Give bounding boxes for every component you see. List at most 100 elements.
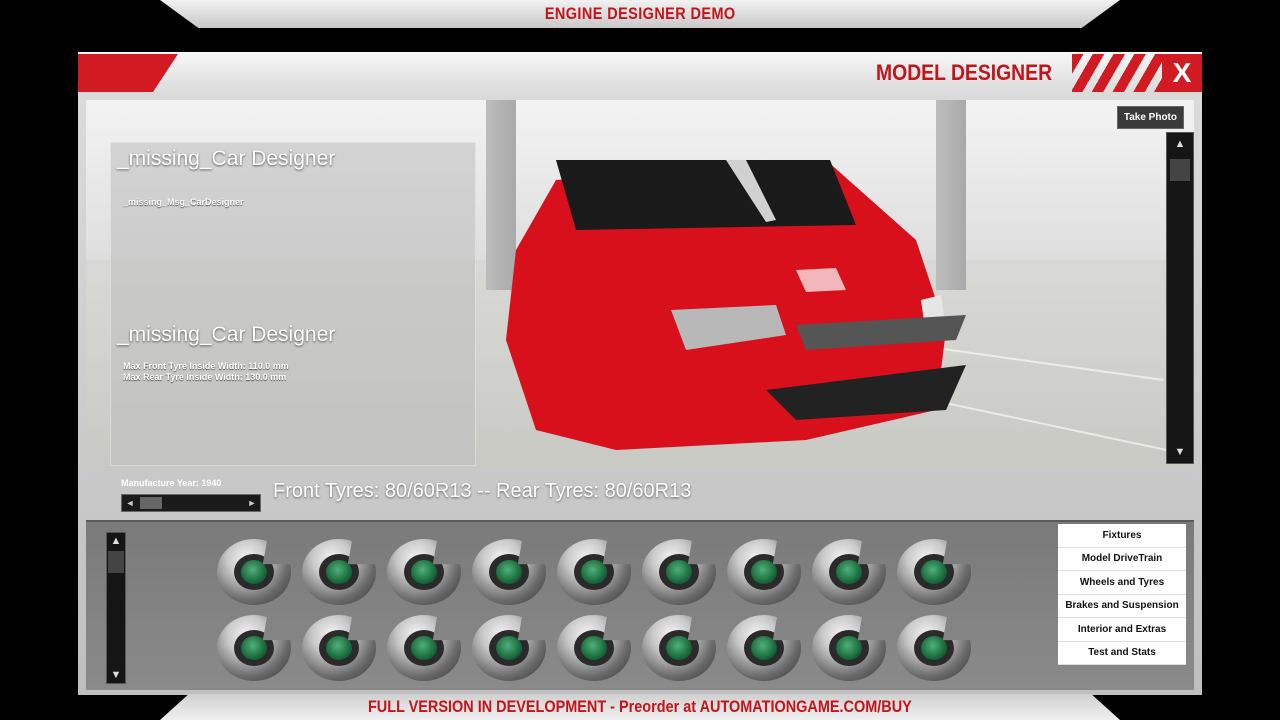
manufacture-year-label: Manufacture Year: 1940 [121,478,222,488]
slider-left-arrow-icon[interactable]: ◄ [122,495,138,511]
part-inner [489,630,529,666]
bottom-banner-text: FULL VERSION IN DEVELOPMENT - Preorder a… [368,697,912,716]
fixture-part-icon [217,539,291,605]
parts-area: ▲ ▼ Fixtures Model DriveTrain Wheels and… [86,520,1194,690]
part-slot[interactable] [214,610,294,686]
info-top-title: _missing_Car Designer [117,147,336,170]
window-title: MODEL DESIGNER [875,60,1052,85]
parts-scroll-thumb[interactable] [108,551,124,573]
fixture-part-icon [302,615,376,681]
fixture-part-icon [642,539,716,605]
part-gem [241,636,267,660]
fixture-part-icon [217,615,291,681]
part-inner [404,630,444,666]
scroll-thumb[interactable] [1170,159,1190,181]
car-model [506,160,966,450]
fixture-part-icon [897,615,971,681]
part-gem [836,636,862,660]
fixture-part-icon [727,615,801,681]
part-gem [751,560,777,584]
status-row: Manufacture Year: 1940 ◄ ► Front Tyres: … [86,470,1194,518]
info-line: Max Front Tyre Inside Width: 110.0 mm [123,361,289,371]
fixture-part-icon [812,539,886,605]
viewport-scrollbar[interactable]: ▲ ▼ [1166,132,1194,464]
part-slot[interactable] [469,534,549,610]
menu-interior-and-extras[interactable]: Interior and Extras [1058,618,1186,642]
part-gem [326,636,352,660]
part-inner [744,554,784,590]
part-inner [234,554,274,590]
menu-model-drivetrain[interactable]: Model DriveTrain [1058,547,1186,571]
part-gem [666,560,692,584]
part-slot[interactable] [724,610,804,686]
part-slot[interactable] [639,610,719,686]
part-inner [319,554,359,590]
fixture-part-icon [557,615,631,681]
part-slot[interactable] [214,534,294,610]
part-inner [574,554,614,590]
car-viewport[interactable]: _missing_Car Designer _missing_Msg_CarDe… [86,100,1194,468]
part-gem [836,560,862,584]
part-inner [914,630,954,666]
part-inner [914,554,954,590]
part-gem [411,636,437,660]
part-inner [659,554,699,590]
part-inner [404,554,444,590]
parts-grid [214,534,974,686]
part-slot[interactable] [639,534,719,610]
bottom-banner: FULL VERSION IN DEVELOPMENT - Preorder a… [160,694,1120,720]
part-slot[interactable] [299,534,379,610]
manufacture-year-slider[interactable]: ◄ ► [121,494,261,512]
scroll-down-arrow-icon[interactable]: ▼ [1167,441,1193,463]
fixture-part-icon [642,615,716,681]
part-gem [921,636,947,660]
menu-test-and-stats[interactable]: Test and Stats [1058,641,1186,665]
part-gem [496,636,522,660]
part-slot[interactable] [809,610,889,686]
fixture-part-icon [472,615,546,681]
part-slot[interactable] [299,610,379,686]
part-slot[interactable] [384,534,464,610]
part-gem [921,560,947,584]
menu-brakes-and-suspension[interactable]: Brakes and Suspension [1058,594,1186,618]
info-panel: _missing_Car Designer _missing_Msg_CarDe… [110,142,476,466]
fixture-part-icon [472,539,546,605]
scroll-up-arrow-icon[interactable]: ▲ [1167,133,1193,155]
model-designer-window: MODEL DESIGNER X _missing_Car Designer _… [78,52,1202,695]
parts-scroll-up-icon[interactable]: ▲ [107,533,125,549]
info-top-message: _missing_Msg_CarDesigner [123,197,244,207]
part-gem [751,636,777,660]
menu-wheels-and-tyres[interactable]: Wheels and Tyres [1058,571,1186,595]
part-inner [574,630,614,666]
part-inner [234,630,274,666]
part-slot[interactable] [469,610,549,686]
part-inner [829,554,869,590]
part-slot[interactable] [554,534,634,610]
titlebar: MODEL DESIGNER X [78,52,1202,94]
fixture-part-icon [897,539,971,605]
fixture-part-icon [557,539,631,605]
part-slot[interactable] [724,534,804,610]
slider-thumb[interactable] [140,497,162,509]
top-banner: ENGINE DESIGNER DEMO [160,0,1120,28]
part-gem [496,560,522,584]
part-slot[interactable] [554,610,634,686]
fixture-part-icon [387,539,461,605]
parts-scrollbar[interactable]: ▲ ▼ [106,532,126,684]
menu-fixtures[interactable]: Fixtures [1058,524,1186,548]
part-slot[interactable] [894,610,974,686]
part-slot[interactable] [809,534,889,610]
info-line: Max Rear Tyre Inside Width: 130.0 mm [123,372,287,382]
slider-right-arrow-icon[interactable]: ► [244,495,260,511]
part-slot[interactable] [384,610,464,686]
close-button[interactable]: X [1162,54,1202,92]
top-banner-text: ENGINE DESIGNER DEMO [544,4,736,23]
fixture-part-icon [812,615,886,681]
part-slot[interactable] [894,534,974,610]
take-photo-button[interactable]: Take Photo [1116,106,1184,129]
fixture-part-icon [387,615,461,681]
parts-scroll-down-icon[interactable]: ▼ [107,667,125,683]
tyres-summary: Front Tyres: 80/60R13 -- Rear Tyres: 80/… [273,480,692,502]
part-inner [659,630,699,666]
part-gem [411,560,437,584]
